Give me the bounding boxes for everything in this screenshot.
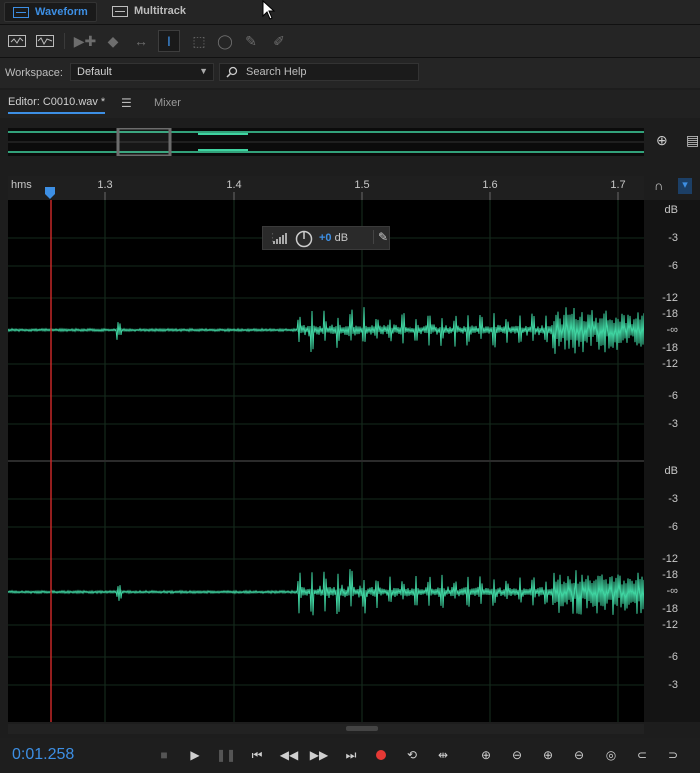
brush-tool-icon[interactable]: ✎ <box>240 30 262 52</box>
editor-panel-tabs: Editor: C0010.wav * ☰ Mixer <box>0 90 700 118</box>
tools-row: ▶✚ ◆ ↔ I ⬚ ◯ ✎ ✐ <box>0 24 700 58</box>
db-scale-label: -6 <box>668 390 678 402</box>
ruler-ticks <box>104 192 619 200</box>
panel-menu-icon[interactable]: ☰ <box>121 96 132 110</box>
db-scale-label: -6 <box>668 651 678 663</box>
record-icon <box>376 750 386 760</box>
db-scale-label: -6 <box>668 521 678 533</box>
waveform-tab-label: Waveform <box>35 6 88 18</box>
db-scale-label: -12 <box>662 553 678 565</box>
db-scale-label: -3 <box>668 418 678 430</box>
zoom-out-amplitude-icon[interactable]: ⊖ <box>506 744 528 766</box>
waveform-icon <box>13 6 29 18</box>
workspace-value: Default <box>77 66 112 78</box>
move-tool-icon[interactable]: ▶✚ <box>74 30 97 52</box>
db-scale-label: -18 <box>662 569 678 581</box>
db-scale-label: dB <box>664 204 678 216</box>
workspace-label: Workspace: <box>5 67 63 79</box>
zoom-left-icon[interactable]: ⊂ <box>631 744 653 766</box>
db-scale-label: -3 <box>668 679 678 691</box>
zoom-right-icon[interactable]: ⊃ <box>662 744 684 766</box>
panel-options-icon[interactable]: ▤ <box>686 132 699 149</box>
mouse-cursor-icon <box>262 0 276 20</box>
search-icon <box>226 66 238 78</box>
volume-knob-icon[interactable] <box>295 230 313 248</box>
multitrack-tab-label: Multitrack <box>134 5 186 17</box>
zoom-in-time-icon[interactable]: ⊕ <box>537 744 559 766</box>
db-scale-label: -6 <box>668 260 678 272</box>
skip-selection-button[interactable]: ⇹ <box>432 744 454 766</box>
multitrack-view-tab[interactable]: Multitrack <box>104 2 194 20</box>
play-button[interactable]: ▶ <box>184 744 206 766</box>
spot-healing-tool-icon[interactable]: ✐ <box>268 30 290 52</box>
time-selection-tool-icon[interactable]: I <box>158 30 180 52</box>
db-scale-label: -18 <box>662 603 678 615</box>
scroll-thumb[interactable] <box>346 726 378 731</box>
waveform-path <box>7 307 645 354</box>
zoom-selection-icon[interactable]: ◎ <box>600 744 622 766</box>
lasso-tool-icon[interactable]: ◯ <box>214 30 236 52</box>
rewind-button[interactable]: ◀◀ <box>278 744 300 766</box>
current-time-display[interactable]: 0:01.258 <box>12 746 74 764</box>
db-scale-label: -∞ <box>666 324 678 336</box>
fast-forward-button[interactable]: ▶▶ <box>308 744 330 766</box>
volume-bars-icon <box>273 233 287 244</box>
record-button[interactable] <box>370 744 392 766</box>
loop-playback-button[interactable]: ⟲ <box>401 744 423 766</box>
waveform-overview[interactable] <box>8 126 644 158</box>
db-scale-label: -3 <box>668 232 678 244</box>
db-scale-label: -3 <box>668 493 678 505</box>
volume-value: +0 dB <box>319 232 349 244</box>
time-ruler[interactable]: hms 1.3 1.4 1.5 1.6 1.7 <box>8 176 644 201</box>
waveform-display[interactable] <box>7 200 645 722</box>
search-help-input[interactable]: Search Help <box>219 63 419 81</box>
zoom-selection-icon[interactable]: ⊕ <box>656 132 668 149</box>
playhead-marker-icon[interactable] <box>44 186 56 200</box>
waveform-path <box>7 569 645 616</box>
mixer-tab[interactable]: Mixer <box>154 97 181 109</box>
horizontal-scrollbar[interactable] <box>8 724 644 734</box>
editor-tab[interactable]: Editor: C0010.wav * <box>8 96 106 114</box>
next-button[interactable]: ⏭ <box>340 744 362 766</box>
multitrack-icon <box>112 5 128 17</box>
db-scale: dB -3 -6 -12 -18 -∞ -18 -12 -6 -3 dB -3 -6 -12 -18 -∞ -1… <box>644 200 700 722</box>
pin-hud-icon[interactable]: ✎ <box>373 230 388 244</box>
slip-tool-icon[interactable]: ↔ <box>130 30 152 52</box>
search-placeholder: Search Help <box>246 66 307 78</box>
overview-viewport-handle <box>116 126 172 158</box>
volume-hud[interactable]: ⋮ +0 dB ✎ <box>262 226 390 250</box>
transport-bar: 0:01.258 ■ ▶ ❚❚ ⏮ ◀◀ ▶▶ ⏭ ⟲ ⇹ ⊕ ⊖ ⊕ ⊖ ◎ … <box>0 738 700 773</box>
db-scale-label: -12 <box>662 292 678 304</box>
overview-waveform <box>8 126 644 158</box>
workspace-row: Workspace: Default ▼ Search Help <box>0 60 700 88</box>
workspace-select[interactable]: Default ▼ <box>70 63 214 81</box>
pause-button[interactable]: ❚❚ <box>215 744 237 766</box>
zoom-out-time-icon[interactable]: ⊖ <box>568 744 590 766</box>
db-scale-label: -18 <box>662 308 678 320</box>
magnet-snap-icon[interactable]: ∩ <box>654 178 663 193</box>
zoom-in-amplitude-icon[interactable]: ⊕ <box>475 744 497 766</box>
stop-button[interactable]: ■ <box>153 744 175 766</box>
top-toolbar: Waveform Multitrack ▶✚ ◆ ↔ I ⬚ ◯ ✎ ✐ Wor… <box>0 0 700 88</box>
db-scale-label: -12 <box>662 619 678 631</box>
marquee-tool-icon[interactable]: ⬚ <box>188 30 210 52</box>
spectral-pitch-icon[interactable] <box>34 30 56 52</box>
waveform-view-tab[interactable]: Waveform <box>4 2 97 22</box>
db-scale-label: -18 <box>662 342 678 354</box>
razor-tool-icon[interactable]: ◆ <box>102 30 124 52</box>
db-scale-label: dB <box>664 465 678 477</box>
previous-button[interactable]: ⏮ <box>246 744 268 766</box>
spectral-display-icon[interactable] <box>6 30 28 52</box>
waveform-canvas <box>7 200 645 722</box>
pin-icon[interactable]: ▾ <box>678 178 692 194</box>
db-scale-label: -12 <box>662 358 678 370</box>
chevron-down-icon: ▼ <box>199 66 208 76</box>
db-scale-label: -∞ <box>666 585 678 597</box>
